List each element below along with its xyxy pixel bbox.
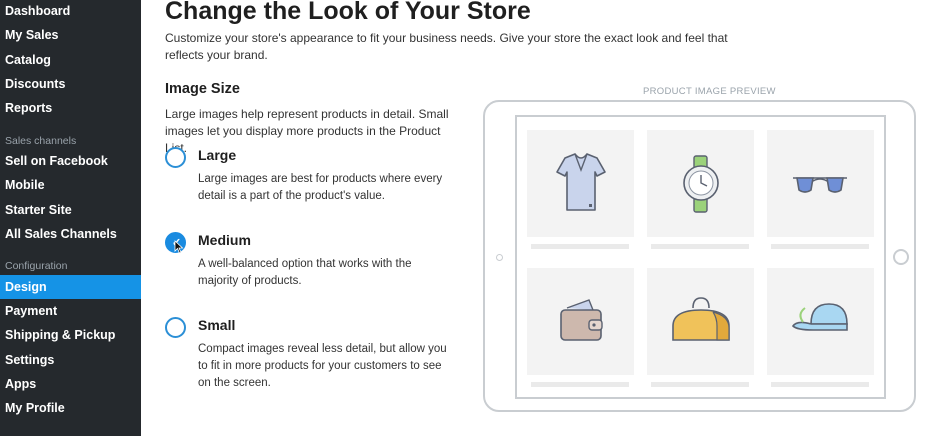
product-caption-placeholder <box>651 382 749 387</box>
preview-screen <box>515 115 886 399</box>
sidebar-item-my-sales[interactable]: My Sales <box>0 23 141 47</box>
option-large-label[interactable]: Large <box>198 147 236 163</box>
cap-icon <box>791 303 848 331</box>
radio-small[interactable] <box>165 317 186 338</box>
sidebar-item-sell-on-facebook[interactable]: Sell on Facebook <box>0 149 141 173</box>
option-large-description: Large images are best for products where… <box>198 173 443 202</box>
sidebar-item-dashboard[interactable]: Dashboard <box>0 0 141 23</box>
mouse-cursor-icon <box>174 240 184 254</box>
product-caption-placeholder <box>531 382 629 387</box>
tablet-home-button-icon <box>893 249 909 265</box>
option-medium-description: A well-balanced option that works with t… <box>198 258 412 287</box>
main-content: Change the Look of Your Store Customize … <box>141 0 938 436</box>
tablet-preview <box>483 100 916 412</box>
product-card-bag <box>647 268 754 375</box>
sunglasses-icon <box>793 177 847 193</box>
sidebar-item-settings[interactable]: Settings <box>0 348 141 372</box>
option-small-label[interactable]: Small <box>198 317 235 333</box>
sidebar-section-sales-channels: Sales channels <box>5 135 77 147</box>
sidebar-item-my-profile[interactable]: My Profile <box>0 396 141 420</box>
product-card-watch <box>647 130 754 237</box>
sidebar-item-reports[interactable]: Reports <box>0 96 141 120</box>
preview-label: PRODUCT IMAGE PREVIEW <box>643 86 776 97</box>
sidebar-item-shipping-pickup[interactable]: Shipping & Pickup <box>0 323 141 347</box>
product-card-sunglasses <box>767 130 874 237</box>
radio-large[interactable] <box>165 147 186 168</box>
sidebar-item-starter-site[interactable]: Starter Site <box>0 198 141 222</box>
sidebar-item-design[interactable]: Design <box>0 275 141 299</box>
watch-icon <box>683 155 719 213</box>
product-caption-placeholder <box>651 244 749 249</box>
option-small-description: Compact images reveal less detail, but a… <box>198 343 447 389</box>
product-card-tshirt <box>527 130 634 237</box>
wallet-icon <box>560 299 603 341</box>
page-title: Change the Look of Your Store <box>165 0 531 25</box>
bag-icon <box>672 297 730 341</box>
option-medium-label[interactable]: Medium <box>198 232 251 248</box>
sidebar-item-catalog[interactable]: Catalog <box>0 48 141 72</box>
tablet-camera-icon <box>496 254 503 261</box>
product-caption-placeholder <box>771 382 869 387</box>
sidebar-item-all-sales-channels[interactable]: All Sales Channels <box>0 222 141 246</box>
page-description: Customize your store's appearance to fit… <box>165 31 728 62</box>
sidebar-item-payment[interactable]: Payment <box>0 299 141 323</box>
product-card-wallet <box>527 268 634 375</box>
product-caption-placeholder <box>531 244 629 249</box>
product-card-cap <box>767 268 874 375</box>
product-caption-placeholder <box>771 244 869 249</box>
sidebar-item-apps[interactable]: Apps <box>0 372 141 396</box>
sidebar-item-discounts[interactable]: Discounts <box>0 72 141 96</box>
sidebar: Dashboard My Sales Catalog Discounts Rep… <box>0 0 141 436</box>
sidebar-item-mobile[interactable]: Mobile <box>0 173 141 197</box>
image-size-title: Image Size <box>165 81 240 97</box>
sidebar-section-configuration: Configuration <box>5 260 68 272</box>
t-shirt-icon <box>556 153 606 211</box>
